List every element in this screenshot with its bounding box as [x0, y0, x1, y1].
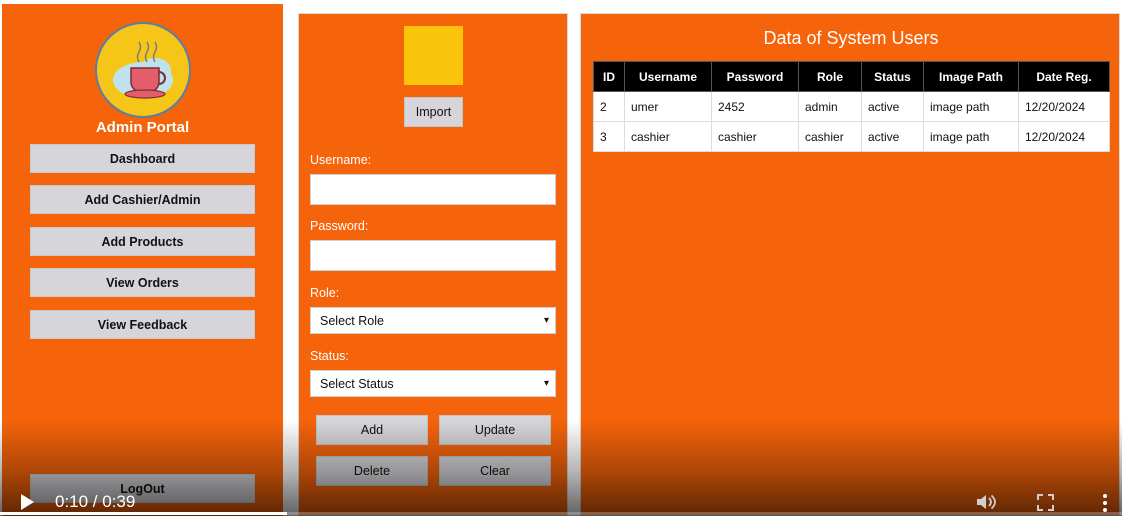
column-header-image-path: Image Path — [923, 61, 1019, 92]
column-header-username: Username — [624, 61, 712, 92]
more-vert-icon — [1103, 494, 1107, 512]
app-window: Admin Portal Dashboard Add Cashier/Admin… — [0, 0, 1122, 516]
column-header-status: Status — [861, 61, 924, 92]
table-cell: cashier — [798, 121, 862, 152]
password-label: Password: — [310, 219, 369, 233]
chevron-down-icon: ▾ — [543, 315, 549, 326]
clear-button[interactable]: Clear — [439, 456, 551, 486]
username-field[interactable] — [310, 174, 556, 205]
coffee-cup-icon — [113, 41, 173, 99]
sidebar-item-view-feedback[interactable]: View Feedback — [30, 310, 255, 339]
table-cell: 2452 — [711, 91, 799, 122]
portal-title: Admin Portal — [95, 119, 190, 136]
table-title: Data of System Users — [763, 28, 939, 48]
sidebar-item-add-products[interactable]: Add Products — [30, 227, 255, 256]
table-cell: umer — [624, 91, 712, 122]
table-cell: cashier — [711, 121, 799, 152]
import-button[interactable]: Import — [404, 97, 463, 127]
users-table: ID Username Password Role Status Image P… — [593, 61, 1110, 152]
add-button[interactable]: Add — [316, 415, 428, 445]
user-image-preview — [404, 26, 463, 85]
table-cell: admin — [798, 91, 862, 122]
user-form-panel: Import Username: Password: Role: Select … — [298, 13, 568, 516]
table-header-row: ID Username Password Role Status Image P… — [593, 61, 1110, 92]
video-time-display: 0:10 / 0:39 — [55, 492, 136, 511]
play-button[interactable] — [18, 493, 36, 511]
password-field[interactable] — [310, 240, 556, 271]
fullscreen-icon — [1037, 494, 1054, 511]
status-select-value: Select Status — [320, 376, 394, 391]
chevron-down-icon: ▾ — [543, 378, 549, 389]
table-cell: image path — [923, 91, 1019, 122]
username-label: Username: — [310, 153, 372, 167]
column-header-id: ID — [593, 61, 625, 92]
role-select[interactable]: Select Role ▾ — [310, 307, 556, 334]
table-cell: 12/20/2024 — [1018, 91, 1110, 122]
sidebar-item-view-orders[interactable]: View Orders — [30, 268, 255, 297]
play-icon — [21, 494, 34, 510]
delete-button[interactable]: Delete — [316, 456, 428, 486]
table-cell: image path — [923, 121, 1019, 152]
role-select-value: Select Role — [320, 313, 384, 328]
table-cell: cashier — [624, 121, 712, 152]
volume-icon — [977, 494, 996, 510]
column-header-password: Password — [711, 61, 799, 92]
sidebar: Admin Portal Dashboard Add Cashier/Admin… — [2, 4, 283, 516]
sidebar-item-add-cashier-admin[interactable]: Add Cashier/Admin — [30, 185, 255, 214]
users-table-panel: Data of System Users ID Username Passwor… — [580, 13, 1120, 516]
video-progress-bar[interactable] — [0, 512, 1122, 515]
table-cell: 3 — [593, 121, 625, 152]
volume-button[interactable] — [975, 493, 997, 511]
table-row[interactable]: 3 cashier cashier cashier active image p… — [593, 121, 1110, 152]
column-header-role: Role — [798, 61, 862, 92]
column-header-date-reg: Date Reg. — [1018, 61, 1110, 92]
sidebar-item-dashboard[interactable]: Dashboard — [30, 144, 255, 173]
status-select[interactable]: Select Status ▾ — [310, 370, 556, 397]
table-row[interactable]: 2 umer 2452 admin active image path 12/2… — [593, 91, 1110, 122]
more-options-button[interactable] — [1100, 493, 1110, 513]
video-progress-fill — [0, 512, 288, 515]
update-button[interactable]: Update — [439, 415, 551, 445]
table-cell: active — [861, 121, 924, 152]
fullscreen-button[interactable] — [1037, 494, 1054, 511]
admin-logo — [95, 22, 191, 118]
table-cell: 12/20/2024 — [1018, 121, 1110, 152]
role-label: Role: — [310, 286, 340, 300]
table-cell: active — [861, 91, 924, 122]
table-cell: 2 — [593, 91, 625, 122]
status-label: Status: — [310, 349, 349, 363]
